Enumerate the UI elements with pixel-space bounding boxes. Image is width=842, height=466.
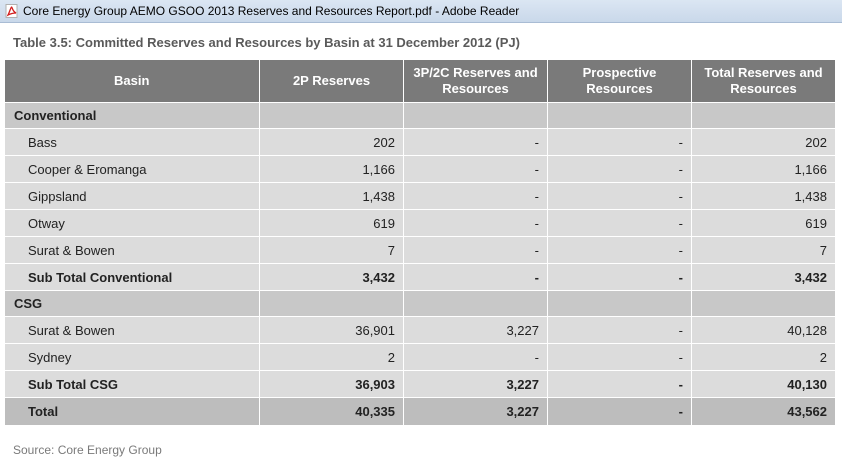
- cell-basin: Total: [4, 397, 260, 426]
- cell-p2: 1,438: [259, 182, 404, 210]
- header-prospective: Prospective Resources: [547, 59, 692, 103]
- cell-p2: 202: [259, 128, 404, 156]
- table-row: Otway 619- -619: [4, 209, 836, 237]
- section-empty-cell: [547, 290, 692, 317]
- pdf-icon: [5, 4, 19, 18]
- table-row: Surat & Bowen 7- -7: [4, 236, 836, 264]
- cell-p3: -: [403, 128, 548, 156]
- cell-p3: -: [403, 236, 548, 264]
- cell-total: 40,130: [691, 370, 836, 398]
- cell-prospective: -: [547, 236, 692, 264]
- table-row: Gippsland 1,438- -1,438: [4, 182, 836, 210]
- cell-basin: Bass: [4, 128, 260, 156]
- cell-p2: 36,903: [259, 370, 404, 398]
- cell-total: 619: [691, 209, 836, 237]
- cell-p3: -: [403, 155, 548, 183]
- window-titlebar: Core Energy Group AEMO GSOO 2013 Reserve…: [0, 0, 842, 23]
- table-row: Cooper & Eromanga 1,166- -1,166: [4, 155, 836, 183]
- header-total: Total Reserves and Resources: [691, 59, 836, 103]
- cell-total: 3,432: [691, 263, 836, 291]
- cell-p2: 36,901: [259, 316, 404, 344]
- cell-basin: Gippsland: [4, 182, 260, 210]
- header-basin: Basin: [4, 59, 260, 103]
- cell-total: 43,562: [691, 397, 836, 426]
- section-label: Conventional: [4, 102, 260, 129]
- cell-p3: 3,227: [403, 316, 548, 344]
- cell-p3: -: [403, 209, 548, 237]
- section-empty-cell: [259, 290, 404, 317]
- section-row: Conventional: [4, 102, 836, 129]
- subtotal-row: Sub Total Conventional 3,432- -3,432: [4, 263, 836, 291]
- cell-total: 1,166: [691, 155, 836, 183]
- cell-total: 7: [691, 236, 836, 264]
- cell-p2: 1,166: [259, 155, 404, 183]
- cell-basin: Sydney: [4, 343, 260, 371]
- cell-total: 2: [691, 343, 836, 371]
- cell-p2: 40,335: [259, 397, 404, 426]
- reserves-table: Basin 2P Reserves 3P/2C Reserves and Res…: [4, 59, 836, 426]
- cell-prospective: -: [547, 263, 692, 291]
- table-caption: Table 3.5: Committed Reserves and Resour…: [13, 35, 520, 50]
- table-row: Surat & Bowen 36,901 3,227-40,128: [4, 316, 836, 344]
- cell-basin: Otway: [4, 209, 260, 237]
- cell-basin: Sub Total CSG: [4, 370, 260, 398]
- cell-p2: 3,432: [259, 263, 404, 291]
- table-row: Bass 202- -202: [4, 128, 836, 156]
- section-empty-cell: [691, 102, 836, 129]
- total-row: Total 40,335 3,227-43,562: [4, 397, 836, 426]
- section-empty-cell: [691, 290, 836, 317]
- source-note: Source: Core Energy Group: [13, 443, 162, 457]
- table-body: Conventional Bass 202- -202 Cooper & Eromang…: [4, 102, 836, 426]
- cell-total: 202: [691, 128, 836, 156]
- document-page: Table 3.5: Committed Reserves and Resour…: [0, 23, 842, 466]
- cell-prospective: -: [547, 397, 692, 426]
- header-3p-2c: 3P/2C Reserves and Resources: [403, 59, 548, 103]
- cell-p3: -: [403, 263, 548, 291]
- section-empty-cell: [547, 102, 692, 129]
- table-header-row: Basin 2P Reserves 3P/2C Reserves and Res…: [4, 59, 836, 103]
- section-empty-cell: [259, 102, 404, 129]
- cell-prospective: -: [547, 128, 692, 156]
- cell-p3: 3,227: [403, 370, 548, 398]
- cell-p2: 619: [259, 209, 404, 237]
- cell-prospective: -: [547, 155, 692, 183]
- cell-p2: 7: [259, 236, 404, 264]
- cell-basin: Surat & Bowen: [4, 236, 260, 264]
- section-row: CSG: [4, 290, 836, 317]
- cell-total: 1,438: [691, 182, 836, 210]
- cell-basin: Surat & Bowen: [4, 316, 260, 344]
- window-title: Core Energy Group AEMO GSOO 2013 Reserve…: [23, 4, 520, 18]
- cell-total: 40,128: [691, 316, 836, 344]
- cell-basin: Sub Total Conventional: [4, 263, 260, 291]
- cell-p2: 2: [259, 343, 404, 371]
- cell-prospective: -: [547, 316, 692, 344]
- cell-p3: -: [403, 182, 548, 210]
- cell-prospective: -: [547, 370, 692, 398]
- cell-p3: -: [403, 343, 548, 371]
- cell-prospective: -: [547, 209, 692, 237]
- cell-prospective: -: [547, 343, 692, 371]
- subtotal-row: Sub Total CSG 36,903 3,227-40,130: [4, 370, 836, 398]
- section-label: CSG: [4, 290, 260, 317]
- section-empty-cell: [403, 102, 548, 129]
- table-row: Sydney 2- -2: [4, 343, 836, 371]
- cell-p3: 3,227: [403, 397, 548, 426]
- cell-prospective: -: [547, 182, 692, 210]
- cell-basin: Cooper & Eromanga: [4, 155, 260, 183]
- section-empty-cell: [403, 290, 548, 317]
- header-2p-reserves: 2P Reserves: [259, 59, 404, 103]
